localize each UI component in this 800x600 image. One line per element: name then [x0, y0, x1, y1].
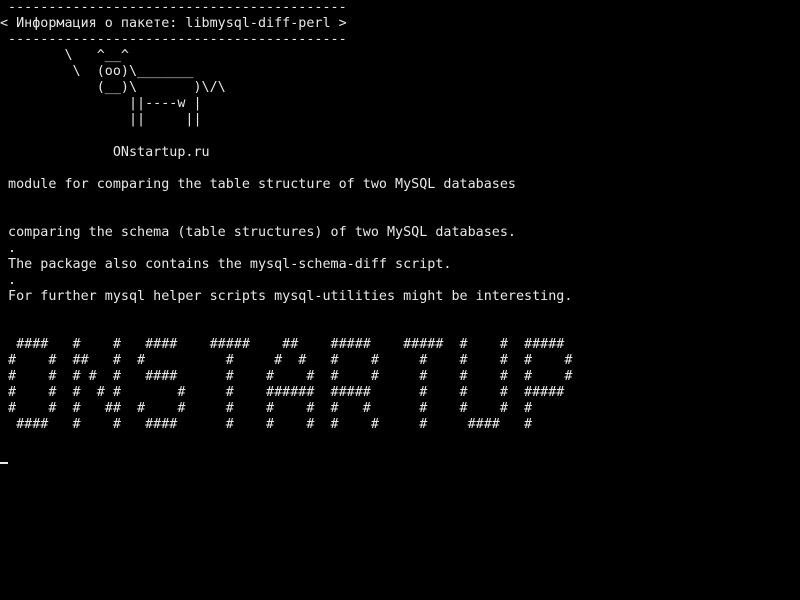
- description-line: .: [0, 241, 17, 256]
- speech-bubble-top-border: ----------------------------------------…: [0, 0, 347, 15]
- cow-art-line: || ||: [0, 112, 202, 127]
- description-line: comparing the schema (table structures) …: [0, 225, 516, 240]
- banner-line: # # ## # # # # # # # # # # # #: [0, 353, 573, 368]
- banner-line: #### # # #### # # # # # # #### #: [0, 417, 533, 432]
- terminal-screen[interactable]: ----------------------------------------…: [0, 0, 800, 600]
- cow-art-line: (__)\ )\/\: [0, 80, 226, 95]
- description-line: For further mysql helper scripts mysql-u…: [0, 289, 573, 304]
- description-line: The package also contains the mysql-sche…: [0, 257, 452, 272]
- cow-art-line: ||----w |: [0, 96, 202, 111]
- package-info-message: < Информация о пакете: libmysql-diff-per…: [0, 16, 347, 31]
- speech-bubble-bottom-border: ----------------------------------------…: [0, 32, 347, 47]
- banner-line: # # # # # # # ###### ##### # # # #####: [0, 385, 565, 400]
- banner-line: #### # # #### ##### ## ##### ##### # # #…: [0, 337, 565, 352]
- text-cursor: [0, 462, 8, 464]
- banner-line: # # # ## # # # # # # # # # # #: [0, 401, 533, 416]
- description-line: .: [0, 273, 17, 288]
- site-name: ONstartup.ru: [0, 145, 210, 160]
- banner-line: # # # # # #### # # # # # # # # # #: [0, 369, 573, 384]
- package-summary: module for comparing the table structure…: [0, 177, 516, 192]
- cow-art-line: \ ^__^: [0, 48, 129, 63]
- cow-art-line: \ (oo)\_______: [0, 64, 194, 79]
